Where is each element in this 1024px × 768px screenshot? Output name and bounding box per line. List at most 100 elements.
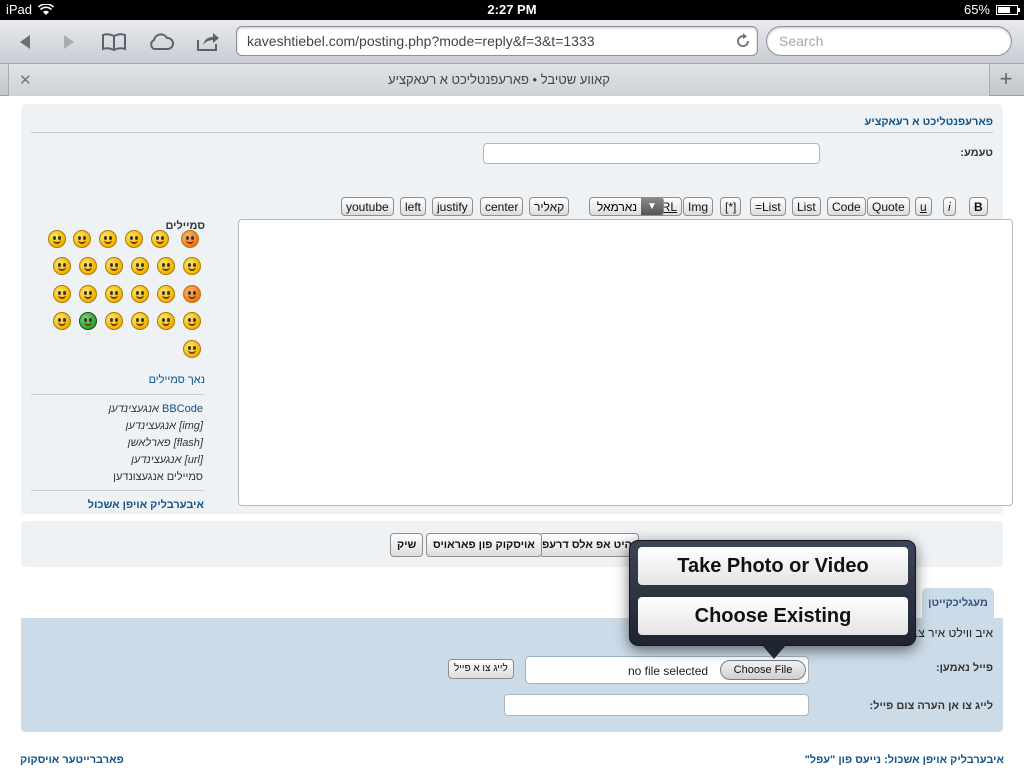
code-button[interactable]: Code bbox=[827, 197, 866, 216]
smiley-icon[interactable] bbox=[73, 230, 91, 248]
smiley-icon[interactable] bbox=[99, 230, 117, 248]
smilies-status: סמיילים אנגעצונדען bbox=[113, 471, 203, 483]
divider bbox=[31, 132, 993, 133]
status-bar: iPad 2:27 PM 65% bbox=[0, 0, 1024, 20]
divider bbox=[31, 394, 204, 395]
filename-label: פייל נאמען: bbox=[935, 662, 993, 674]
smiley-icon[interactable] bbox=[105, 285, 123, 303]
subject-label: טעמע: bbox=[960, 147, 993, 159]
url-text: kaveshtiebel.com/posting.php?mode=reply&… bbox=[247, 33, 595, 49]
battery-icon bbox=[996, 4, 1020, 15]
full-editor-link[interactable]: פארברייטער אויסקוק bbox=[20, 754, 124, 766]
smiley-icon[interactable] bbox=[157, 257, 175, 275]
bookmarks-button[interactable] bbox=[99, 28, 129, 56]
tab-bar: ✕ קאווע שטיבל • פארעפנטליכט א רעאקציע + bbox=[0, 64, 1024, 96]
back-arrow-icon bbox=[20, 35, 30, 49]
quote-button[interactable]: Quote bbox=[867, 197, 910, 216]
new-tab-button[interactable]: + bbox=[992, 66, 1020, 94]
tab-options[interactable]: מעגליכקייטן bbox=[922, 588, 994, 618]
img-status: [img] אנגעצינדען bbox=[125, 420, 203, 432]
file-input[interactable]: no file selected Choose File bbox=[525, 656, 809, 684]
preview-button[interactable]: אויסקוק פון פאראויס bbox=[426, 533, 542, 557]
bbcode-status-text: אנגעצינדען bbox=[108, 403, 159, 415]
smiley-icon[interactable] bbox=[183, 340, 201, 358]
underline-button[interactable]: u bbox=[915, 197, 932, 216]
add-file-button[interactable]: לייג צו א פייל bbox=[448, 659, 514, 679]
share-icon bbox=[197, 33, 219, 51]
center-button[interactable]: center bbox=[480, 197, 524, 216]
topic-review-footer-link[interactable]: איבערבליק אויפן אשכול: נייעס פון "עפל" bbox=[805, 754, 1004, 766]
battery-percent: 65% bbox=[963, 2, 990, 17]
back-button[interactable] bbox=[10, 28, 40, 56]
img-button[interactable]: Img bbox=[683, 197, 714, 216]
youtube-button[interactable]: youtube bbox=[341, 197, 394, 216]
cloud-icon bbox=[150, 33, 174, 50]
search-field[interactable]: Search bbox=[766, 26, 1012, 56]
bold-button[interactable]: B bbox=[969, 197, 988, 216]
file-comment-input[interactable] bbox=[504, 694, 809, 716]
address-bar[interactable]: kaveshtiebel.com/posting.php?mode=reply&… bbox=[236, 26, 758, 56]
font-size-select[interactable]: נארמאל ▼ bbox=[589, 197, 664, 216]
choose-file-button[interactable]: Choose File bbox=[720, 660, 806, 680]
browser-tab[interactable]: ✕ קאווע שטיבל • פארעפנטליכט א רעאקציע bbox=[8, 64, 990, 96]
dropdown-arrow-icon: ▼ bbox=[641, 198, 663, 215]
share-button[interactable] bbox=[193, 28, 223, 56]
color-button[interactable]: קאליר bbox=[529, 197, 570, 216]
reload-icon[interactable] bbox=[735, 33, 751, 49]
post-form-panel: פארעפנטליכט א רעאקציע טעמע: B i u Quote … bbox=[21, 104, 1013, 514]
list-button[interactable]: List bbox=[792, 197, 821, 216]
smiley-icon[interactable] bbox=[79, 312, 97, 330]
smiley-icon[interactable] bbox=[183, 257, 201, 275]
italic-button[interactable]: i bbox=[943, 197, 956, 216]
more-smilies-link[interactable]: נאך סמיילים bbox=[149, 374, 205, 386]
photo-source-popover: Take Photo or Video Choose Existing bbox=[629, 540, 916, 646]
smiley-icon[interactable] bbox=[157, 285, 175, 303]
bbcode-link[interactable]: BBCode bbox=[162, 403, 203, 415]
font-size-value: נארמאל bbox=[596, 200, 637, 214]
smiley-icon[interactable] bbox=[183, 285, 201, 303]
book-icon bbox=[102, 33, 126, 52]
clock: 2:27 PM bbox=[487, 2, 537, 17]
save-draft-button[interactable]: היט אפ אלס דרעפט bbox=[539, 533, 639, 557]
divider bbox=[31, 490, 204, 491]
smiley-icon[interactable] bbox=[53, 257, 71, 275]
smiley-icon[interactable] bbox=[105, 257, 123, 275]
file-comment-label: לייג צו אן הערה צום פייל: bbox=[869, 700, 993, 712]
smiley-icon[interactable] bbox=[125, 230, 143, 248]
page-breadcrumb: פארעפנטליכט א רעאקציע bbox=[864, 116, 993, 128]
popover-arrow bbox=[762, 645, 786, 659]
ordered-list-button[interactable]: =List bbox=[750, 197, 786, 216]
topic-review-link[interactable]: איבערבליק אויפן אשכול bbox=[88, 499, 204, 511]
choose-existing-button[interactable]: Choose Existing bbox=[638, 597, 908, 635]
message-textarea[interactable] bbox=[238, 219, 1013, 506]
search-placeholder: Search bbox=[779, 33, 824, 49]
justify-button[interactable]: justify bbox=[432, 197, 473, 216]
take-photo-button[interactable]: Take Photo or Video bbox=[638, 547, 908, 585]
list-item-button[interactable]: [*] bbox=[720, 197, 742, 216]
tab-title: קאווע שטיבל • פארעפנטליכט א רעאקציע bbox=[388, 72, 610, 87]
smiley-icon[interactable] bbox=[131, 257, 149, 275]
left-align-button[interactable]: left bbox=[400, 197, 427, 216]
flash-status: [flash] פארלאשן bbox=[127, 437, 203, 449]
smiley-icon[interactable] bbox=[151, 230, 169, 248]
smiley-icon[interactable] bbox=[183, 312, 201, 330]
icloud-tabs-button[interactable] bbox=[146, 28, 176, 56]
submit-button[interactable]: שיק bbox=[390, 533, 424, 557]
smiley-icon[interactable] bbox=[79, 285, 97, 303]
smiley-icon[interactable] bbox=[48, 230, 66, 248]
smiley-icon[interactable] bbox=[53, 285, 71, 303]
smiley-icon[interactable] bbox=[53, 312, 71, 330]
web-page: פארעפנטליכט א רעאקציע טעמע: B i u Quote … bbox=[0, 96, 1024, 768]
subject-input[interactable] bbox=[483, 143, 820, 164]
bbcode-status: BBCode אנגעצינדען bbox=[108, 403, 203, 415]
smiley-icon[interactable] bbox=[131, 312, 149, 330]
smiley-icon[interactable] bbox=[105, 312, 123, 330]
forward-button[interactable] bbox=[54, 28, 84, 56]
smiley-icon[interactable] bbox=[131, 285, 149, 303]
url-status: [url] אנגעצינדען bbox=[131, 454, 203, 466]
smiley-icon[interactable] bbox=[181, 230, 199, 248]
smiley-icon[interactable] bbox=[79, 257, 97, 275]
forward-arrow-icon bbox=[64, 35, 74, 49]
browser-toolbar: kaveshtiebel.com/posting.php?mode=reply&… bbox=[0, 20, 1024, 64]
smiley-icon[interactable] bbox=[157, 312, 175, 330]
